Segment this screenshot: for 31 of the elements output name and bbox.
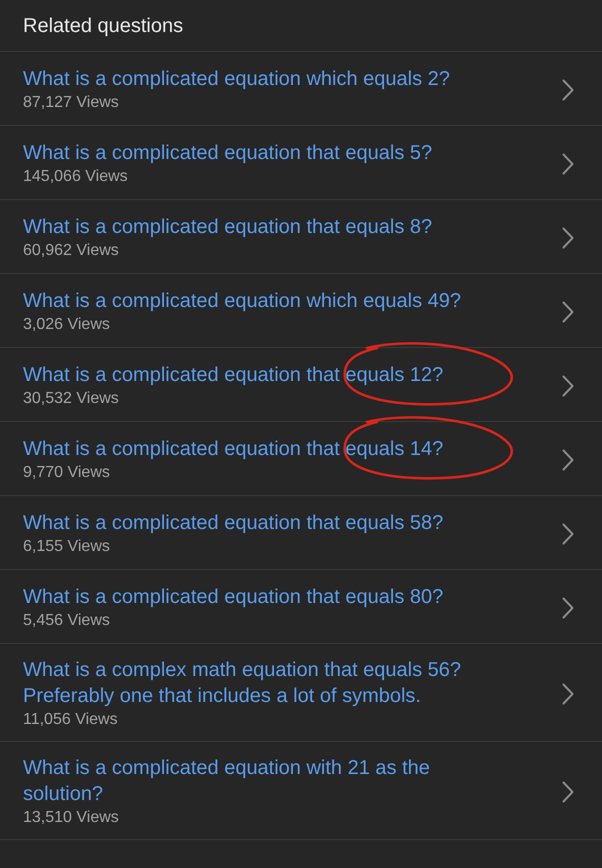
view-count: 13,510 Views bbox=[23, 808, 119, 828]
question-link[interactable]: What is a complicated equation which equals 2? bbox=[23, 66, 450, 92]
view-count: 145,066 Views bbox=[23, 167, 128, 187]
view-count: 9,770 Views bbox=[23, 463, 110, 483]
view-count: 11,056 Views bbox=[23, 710, 118, 730]
chevron-right-icon[interactable] bbox=[562, 596, 574, 618]
question-link[interactable]: What is a complicated equation that equals 5? bbox=[23, 140, 432, 166]
question-link[interactable]: What is a complicated equation that equals 80? bbox=[23, 584, 444, 610]
chevron-right-icon[interactable] bbox=[562, 522, 574, 544]
chevron-right-icon[interactable] bbox=[562, 300, 574, 322]
question-link[interactable]: What is a complicated equation that equals 58? bbox=[23, 510, 444, 536]
view-count: 5,456 Views bbox=[23, 611, 110, 631]
question-link[interactable]: What is a complicated equation that equals 8? bbox=[23, 214, 432, 240]
chevron-right-icon[interactable] bbox=[562, 152, 574, 174]
chevron-right-icon[interactable] bbox=[562, 226, 574, 248]
question-link[interactable]: What is a complex math equation that equals 56? Preferably one that includes a lot of symbols. bbox=[23, 657, 507, 709]
question-link[interactable]: What is a complicated equation that equals 14? bbox=[23, 436, 444, 462]
view-count: 3,026 Views bbox=[23, 315, 110, 335]
question-link[interactable]: What is a complicated equation that equals 12? bbox=[23, 362, 444, 388]
view-count: 87,127 Views bbox=[23, 93, 119, 113]
chevron-right-icon[interactable] bbox=[562, 374, 574, 396]
chevron-right-icon[interactable] bbox=[562, 78, 574, 100]
chevron-right-icon[interactable] bbox=[562, 448, 574, 470]
section-title: Related questions bbox=[23, 14, 184, 38]
view-count: 6,155 Views bbox=[23, 537, 110, 557]
chevron-right-icon[interactable] bbox=[562, 780, 574, 802]
chevron-right-icon[interactable] bbox=[562, 682, 574, 704]
view-count: 30,532 Views bbox=[23, 389, 119, 409]
question-link[interactable]: What is a complicated equation which equals 49? bbox=[23, 288, 462, 314]
question-link[interactable]: What is a complicated equation with 21 as the solution? bbox=[23, 755, 507, 807]
view-count: 60,962 Views bbox=[23, 241, 119, 261]
